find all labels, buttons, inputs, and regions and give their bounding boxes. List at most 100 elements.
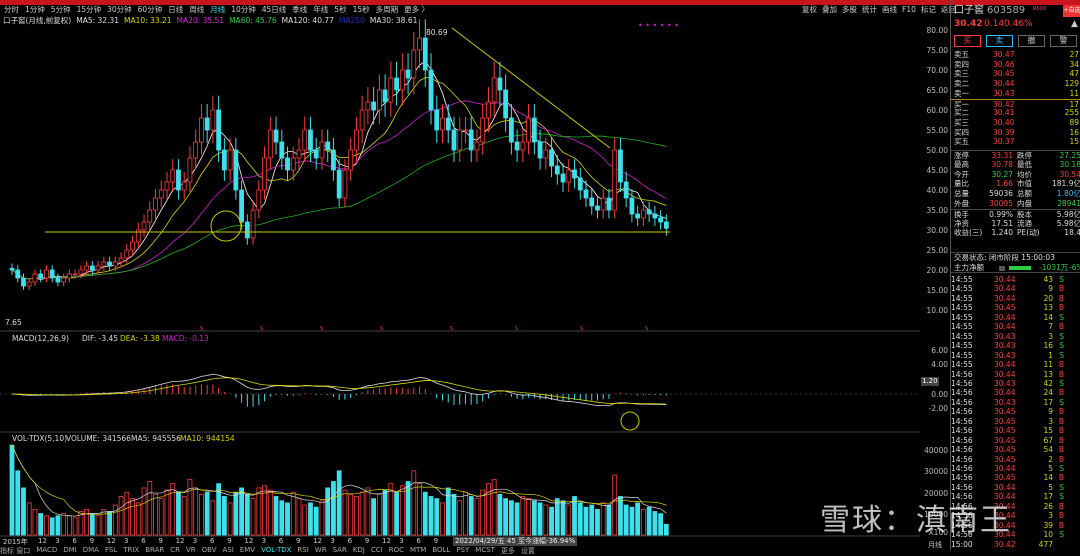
candle-body — [15, 269, 21, 279]
indicator-tab[interactable]: FSL — [105, 546, 117, 556]
indicator-tab[interactable]: CCI — [371, 546, 383, 556]
volume-bar — [371, 498, 377, 536]
volume-bar — [554, 498, 560, 536]
candle — [153, 188, 158, 219]
order-book-row: 卖三 30.45 47 — [951, 69, 1080, 79]
volume-bar — [537, 502, 543, 536]
indicator-tab[interactable]: KDJ — [353, 546, 365, 556]
volume-bar — [612, 474, 618, 536]
candle — [463, 116, 468, 144]
candle-body — [319, 141, 325, 159]
trade-button[interactable]: 买 — [954, 35, 981, 47]
candle-body — [554, 165, 560, 175]
bell-icon[interactable]: ▲ — [1071, 19, 1078, 29]
signal-marker: S — [515, 326, 518, 332]
trade-button[interactable]: 卖 — [986, 35, 1013, 47]
candle-body — [336, 169, 342, 199]
candle-body — [365, 101, 371, 111]
level-volume: 255 — [1064, 108, 1079, 118]
stat-row: 总量 59036 总额 1.80亿 — [951, 189, 1080, 199]
volume-bar — [595, 508, 600, 536]
kline-chart[interactable]: S S S S S S S S 80.69 7.65 MACD(12,26,9) DIF: -… — [0, 0, 920, 550]
stat-value: 1.240 — [991, 228, 1013, 238]
candle-body — [107, 261, 112, 267]
order-book-row: 卖五 30.47 27 — [951, 50, 1080, 60]
volume-bar — [600, 502, 606, 536]
volume-bar — [72, 517, 78, 536]
stat-value: 181.9亿 — [1052, 179, 1080, 189]
indicator-tab[interactable]: ROC — [389, 546, 404, 556]
trade-time: 15:00 — [951, 539, 973, 549]
indicator-tab[interactable]: ASI — [223, 546, 234, 556]
volume-bar — [417, 483, 422, 536]
candle — [365, 87, 371, 125]
trade-button[interactable]: 警 — [1050, 35, 1077, 47]
candle-body — [279, 141, 285, 159]
volume-bar — [124, 491, 130, 536]
indicator-tab[interactable]: WR — [315, 546, 327, 556]
indicator-tab[interactable]: RSI — [297, 546, 308, 556]
indicator-tab[interactable]: MACD — [36, 546, 57, 556]
period-indicator[interactable]: 月线 — [928, 540, 942, 550]
candle-body — [463, 129, 468, 132]
flow-toggle[interactable] — [999, 266, 1005, 271]
indicator-tab[interactable]: OBV — [202, 546, 217, 556]
candle-body — [399, 69, 405, 91]
indicator-tab[interactable]: DMI — [63, 546, 77, 556]
indicator-tab[interactable]: BOLL — [432, 546, 450, 556]
candle — [158, 180, 164, 208]
indicator-tab[interactable]: VOL-TDX — [261, 546, 291, 556]
signal-marker: S — [320, 326, 323, 332]
candle-body — [296, 149, 302, 159]
stat-label: 总额 — [1017, 189, 1032, 199]
time-axis-label: 9 — [89, 537, 95, 545]
price-axis-label: 35.00 — [926, 206, 948, 215]
candle-body — [118, 257, 124, 263]
volume-bar — [342, 489, 348, 536]
indicator-tab[interactable]: DMA — [83, 546, 99, 556]
volume-bar — [164, 489, 170, 536]
candle — [302, 116, 308, 162]
candle-body — [9, 267, 15, 271]
indicator-tab[interactable]: SAR — [333, 546, 347, 556]
candle — [572, 159, 577, 189]
indicator-tab[interactable]: VR — [186, 546, 196, 556]
volume-bar — [285, 502, 290, 536]
candle — [26, 277, 32, 290]
candle — [445, 104, 451, 144]
candle-body — [566, 169, 572, 183]
level-price: 30.40 — [993, 117, 1015, 127]
candle — [629, 188, 635, 223]
indicator-tab[interactable]: 设置 — [521, 546, 535, 556]
candle-body — [394, 77, 399, 91]
volume-bar — [663, 523, 669, 536]
candle — [170, 159, 176, 193]
candle — [526, 104, 531, 155]
add-watchlist-button[interactable]: +自选 — [1063, 5, 1080, 17]
indicator-tab[interactable]: PSY — [456, 546, 469, 556]
candle-body — [44, 269, 49, 279]
price-change: 0.14 — [984, 19, 1005, 29]
indicator-tab[interactable]: MCST — [475, 546, 495, 556]
candle — [32, 269, 38, 287]
signal-marker: S — [200, 326, 203, 332]
indicator-tab[interactable]: TRIX — [123, 546, 139, 556]
stat-label: 最高 — [954, 159, 969, 169]
resistance-trendline[interactable] — [451, 27, 611, 149]
candle — [107, 256, 112, 272]
volume-bar — [635, 502, 641, 536]
indicator-tab[interactable]: MTM — [410, 546, 426, 556]
candle-body — [313, 149, 319, 159]
indicator-tab[interactable]: CR — [170, 546, 180, 556]
indicator-tab[interactable]: EMV — [240, 546, 255, 556]
indicator-tab[interactable]: 更多 — [501, 546, 515, 556]
volume-bar — [641, 508, 646, 536]
vol-name: VOL-TDX(5,10) — [12, 434, 67, 443]
candle — [313, 138, 319, 170]
candle-body — [101, 261, 107, 267]
volume-bar — [399, 485, 405, 536]
indicator-tab[interactable]: BRAR — [145, 546, 164, 556]
trade-button[interactable]: 撤 — [1018, 35, 1045, 47]
indicator-tab[interactable]: 指标 窗口 — [0, 546, 30, 556]
candle-body — [72, 273, 78, 276]
